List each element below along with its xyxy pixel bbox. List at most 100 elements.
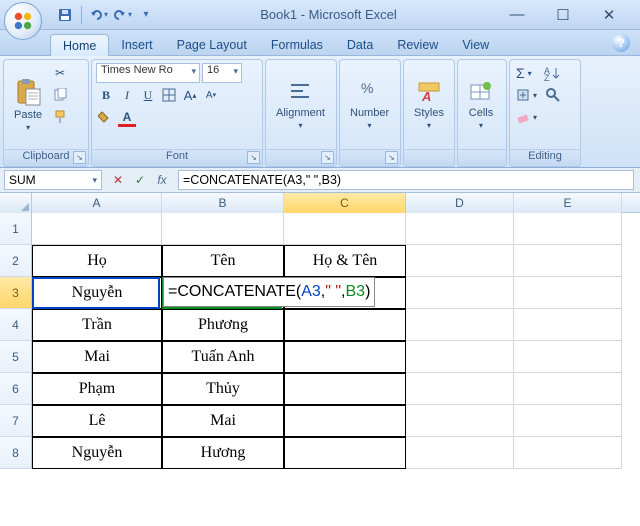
cell-D6[interactable] bbox=[406, 373, 514, 405]
fx-icon[interactable]: fx bbox=[154, 172, 170, 188]
cell-A3[interactable]: Nguyễn bbox=[32, 277, 162, 309]
row-header-7[interactable]: 7 bbox=[0, 405, 32, 437]
italic-button[interactable]: I bbox=[117, 85, 137, 105]
cell-E6[interactable] bbox=[514, 373, 622, 405]
copy-icon[interactable] bbox=[50, 85, 70, 105]
row-header-5[interactable]: 5 bbox=[0, 341, 32, 373]
underline-button[interactable]: U bbox=[138, 85, 158, 105]
col-header-A[interactable]: A bbox=[32, 193, 162, 213]
alignment-button[interactable]: Alignment▾ bbox=[270, 63, 331, 146]
clear-button[interactable]: ▾ bbox=[514, 107, 539, 127]
styles-button[interactable]: A Styles▾ bbox=[408, 63, 450, 146]
cell-B6[interactable]: Thủy bbox=[162, 373, 284, 405]
cell-D7[interactable] bbox=[406, 405, 514, 437]
paste-button[interactable]: Paste ▾ bbox=[8, 63, 48, 146]
close-button[interactable]: ✕ bbox=[592, 5, 626, 25]
cell-C4[interactable] bbox=[284, 309, 406, 341]
qat-customize-icon[interactable]: ▾ bbox=[135, 4, 157, 26]
font-name-select[interactable]: Times New Ro bbox=[96, 63, 200, 83]
shrink-font-icon[interactable]: A▾ bbox=[201, 85, 221, 105]
tab-home[interactable]: Home bbox=[50, 34, 109, 56]
font-color-button[interactable]: A bbox=[117, 107, 137, 129]
cancel-formula-icon[interactable]: ✕ bbox=[110, 172, 126, 188]
cell-A6[interactable]: Phạm bbox=[32, 373, 162, 405]
cell-A2[interactable]: Họ bbox=[32, 245, 162, 277]
col-header-C[interactable]: C bbox=[284, 193, 406, 213]
cell-D1[interactable] bbox=[406, 213, 514, 245]
cell-A4[interactable]: Trần bbox=[32, 309, 162, 341]
cell-C5[interactable] bbox=[284, 341, 406, 373]
cell-C6[interactable] bbox=[284, 373, 406, 405]
sort-filter-icon[interactable]: AZ bbox=[543, 63, 563, 83]
row-header-3[interactable]: 3 bbox=[0, 277, 32, 309]
row-header-4[interactable]: 4 bbox=[0, 309, 32, 341]
save-icon[interactable] bbox=[54, 4, 76, 26]
cell-grid[interactable]: Họ Tên Họ & Tên Nguyễn Trần Phương bbox=[32, 213, 622, 469]
cell-D3[interactable] bbox=[406, 277, 514, 309]
tab-insert[interactable]: Insert bbox=[109, 34, 164, 55]
cell-B5[interactable]: Tuấn Anh bbox=[162, 341, 284, 373]
number-format-button[interactable]: % Number▾ bbox=[344, 63, 395, 146]
find-select-icon[interactable] bbox=[543, 85, 563, 105]
cell-B7[interactable]: Mai bbox=[162, 405, 284, 437]
cell-A1[interactable] bbox=[32, 213, 162, 245]
font-launcher-icon[interactable]: ↘ bbox=[247, 151, 260, 164]
grow-font-icon[interactable]: A▴ bbox=[180, 85, 200, 105]
name-box[interactable]: SUM bbox=[4, 170, 102, 190]
help-icon[interactable]: ? bbox=[612, 34, 630, 52]
cell-E4[interactable] bbox=[514, 309, 622, 341]
cell-B1[interactable] bbox=[162, 213, 284, 245]
tab-page-layout[interactable]: Page Layout bbox=[165, 34, 259, 55]
office-button[interactable] bbox=[4, 2, 42, 40]
cell-B2[interactable]: Tên bbox=[162, 245, 284, 277]
col-header-E[interactable]: E bbox=[514, 193, 622, 213]
row-header-8[interactable]: 8 bbox=[0, 437, 32, 469]
font-size-select[interactable]: 16 bbox=[202, 63, 242, 83]
col-header-D[interactable]: D bbox=[406, 193, 514, 213]
cell-C8[interactable] bbox=[284, 437, 406, 469]
cut-icon[interactable]: ✂ bbox=[50, 63, 70, 83]
cell-D4[interactable] bbox=[406, 309, 514, 341]
fill-color-button[interactable] bbox=[96, 107, 116, 127]
cell-D2[interactable] bbox=[406, 245, 514, 277]
cell-E2[interactable] bbox=[514, 245, 622, 277]
fill-button[interactable]: ▾ bbox=[514, 85, 539, 105]
cell-D5[interactable] bbox=[406, 341, 514, 373]
row-header-1[interactable]: 1 bbox=[0, 213, 32, 245]
autosum-button[interactable]: Σ▾ bbox=[514, 63, 539, 83]
redo-icon[interactable]: ▾ bbox=[111, 4, 133, 26]
cell-A7[interactable]: Lê bbox=[32, 405, 162, 437]
border-button[interactable] bbox=[159, 85, 179, 105]
minimize-button[interactable]: — bbox=[500, 5, 534, 25]
cell-C7[interactable] bbox=[284, 405, 406, 437]
cell-B8[interactable]: Hương bbox=[162, 437, 284, 469]
cell-E8[interactable] bbox=[514, 437, 622, 469]
cell-E5[interactable] bbox=[514, 341, 622, 373]
clipboard-launcher-icon[interactable]: ↘ bbox=[73, 151, 86, 164]
row-header-2[interactable]: 2 bbox=[0, 245, 32, 277]
cell-E7[interactable] bbox=[514, 405, 622, 437]
formula-input[interactable]: =CONCATENATE(A3," ",B3) bbox=[178, 170, 634, 190]
number-launcher-icon[interactable]: ↘ bbox=[385, 151, 398, 164]
cells-button[interactable]: Cells▾ bbox=[462, 63, 500, 146]
row-header-6[interactable]: 6 bbox=[0, 373, 32, 405]
format-painter-icon[interactable] bbox=[50, 107, 70, 127]
cell-E3[interactable] bbox=[514, 277, 622, 309]
cell-edit-overlay[interactable]: =CONCATENATE(A3," ",B3) bbox=[163, 277, 375, 307]
tab-view[interactable]: View bbox=[450, 34, 501, 55]
maximize-button[interactable]: ☐ bbox=[546, 5, 580, 25]
cell-E1[interactable] bbox=[514, 213, 622, 245]
alignment-launcher-icon[interactable]: ↘ bbox=[321, 151, 334, 164]
cell-D8[interactable] bbox=[406, 437, 514, 469]
tab-formulas[interactable]: Formulas bbox=[259, 34, 335, 55]
cell-B4[interactable]: Phương bbox=[162, 309, 284, 341]
enter-formula-icon[interactable]: ✓ bbox=[132, 172, 148, 188]
cell-A5[interactable]: Mai bbox=[32, 341, 162, 373]
undo-icon[interactable]: ▾ bbox=[87, 4, 109, 26]
cell-A8[interactable]: Nguyễn bbox=[32, 437, 162, 469]
tab-review[interactable]: Review bbox=[385, 34, 450, 55]
col-header-B[interactable]: B bbox=[162, 193, 284, 213]
tab-data[interactable]: Data bbox=[335, 34, 385, 55]
cell-C2[interactable]: Họ & Tên bbox=[284, 245, 406, 277]
cell-C1[interactable] bbox=[284, 213, 406, 245]
